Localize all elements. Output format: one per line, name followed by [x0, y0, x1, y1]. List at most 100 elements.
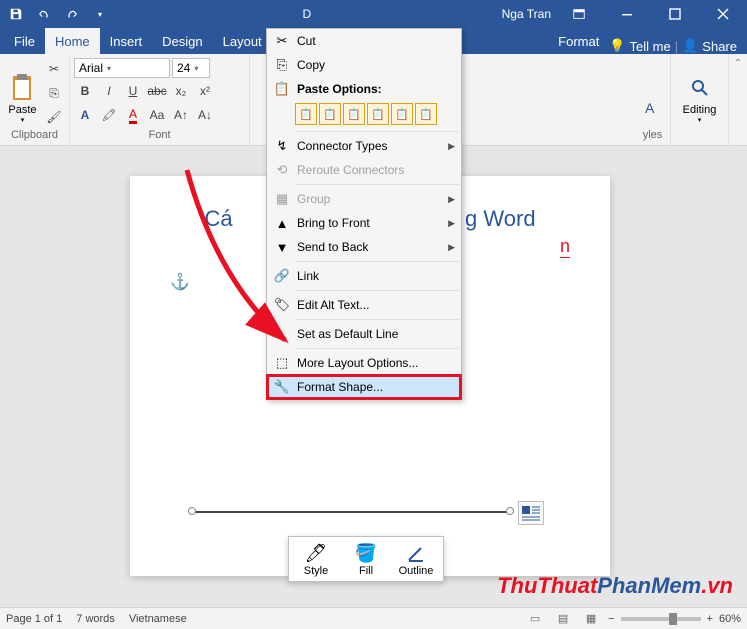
bold-button[interactable]: B: [74, 80, 96, 102]
zoom-value[interactable]: 60%: [719, 613, 741, 625]
user-name: Nga Tran: [502, 7, 551, 21]
watermark: ThuThuatPhanMem.vn: [497, 573, 733, 599]
web-layout-icon[interactable]: ▦: [580, 610, 602, 628]
ctx-more-layout[interactable]: ⬚More Layout Options...: [267, 351, 461, 375]
qat-customize-icon[interactable]: ▾: [88, 3, 112, 25]
ctx-send-back[interactable]: ▼Send to Back▶: [267, 235, 461, 259]
save-icon[interactable]: [4, 3, 28, 25]
print-layout-icon[interactable]: ▤: [552, 610, 574, 628]
maximize-icon[interactable]: [655, 0, 695, 28]
paste-option-6[interactable]: 📋: [415, 103, 437, 125]
resize-handle-left[interactable]: [188, 507, 196, 515]
copy-icon[interactable]: ⎘: [43, 82, 65, 104]
fill-button[interactable]: 🪣 Fill: [341, 539, 391, 579]
clipboard-group-label: Clipboard: [4, 129, 65, 143]
text-effects-button[interactable]: A: [74, 104, 96, 126]
styles-button[interactable]: A: [637, 56, 669, 126]
ctx-connector-types[interactable]: ↯Connector Types▶: [267, 134, 461, 158]
font-name-combo[interactable]: Arial▾: [74, 58, 170, 78]
change-case-button[interactable]: Aa: [146, 104, 168, 126]
clipboard-icon: [7, 72, 39, 104]
font-color-button[interactable]: A: [122, 104, 144, 126]
zoom-slider[interactable]: [621, 617, 701, 621]
tab-home[interactable]: Home: [45, 28, 100, 54]
font-group-label: Font: [74, 129, 245, 143]
minimize-icon[interactable]: [607, 0, 647, 28]
window-title: D: [112, 7, 502, 21]
outline-button[interactable]: Outline: [391, 539, 441, 579]
svg-text:A: A: [645, 100, 655, 116]
shrink-font-button[interactable]: A↓: [194, 104, 216, 126]
find-icon: [684, 72, 716, 104]
tab-design[interactable]: Design: [152, 28, 212, 54]
tab-format[interactable]: Format: [548, 28, 609, 54]
outline-pen-icon: [404, 541, 428, 565]
close-icon[interactable]: [703, 0, 743, 28]
link-icon: 🔗: [271, 267, 293, 285]
lightbulb-icon: 💡: [609, 38, 625, 54]
editing-button[interactable]: Editing ▾: [678, 56, 722, 126]
bring-front-icon: ▲: [271, 214, 293, 232]
paste-option-3[interactable]: 📋: [343, 103, 365, 125]
superscript-button[interactable]: x²: [194, 80, 216, 102]
style-button[interactable]: 🖊 Style: [291, 539, 341, 579]
alt-text-icon: 🏷: [271, 296, 293, 314]
paste-option-2[interactable]: 📋: [319, 103, 341, 125]
read-mode-icon[interactable]: ▭: [524, 610, 546, 628]
paste-option-4[interactable]: 📋: [367, 103, 389, 125]
subscript-button[interactable]: x₂: [170, 80, 192, 102]
style-pen-icon: 🖊: [304, 541, 328, 565]
share-button[interactable]: Share: [702, 39, 737, 54]
font-size-combo[interactable]: 24▾: [172, 58, 210, 78]
zoom-out-button[interactable]: −: [608, 613, 614, 625]
zoom-in-button[interactable]: +: [707, 613, 713, 625]
fill-bucket-icon: 🪣: [354, 541, 378, 565]
status-words[interactable]: 7 words: [76, 613, 115, 625]
tell-me[interactable]: Tell me: [630, 39, 671, 54]
italic-button[interactable]: I: [98, 80, 120, 102]
connector-icon: ↯: [271, 137, 293, 155]
ctx-group: ▦Group▶: [267, 187, 461, 211]
reroute-icon: ⟲: [271, 161, 293, 179]
ctx-bring-front[interactable]: ▲Bring to Front▶: [267, 211, 461, 235]
tab-layout[interactable]: Layout: [213, 28, 272, 54]
paste-button[interactable]: Paste ▾: [4, 56, 41, 126]
highlight-button[interactable]: 🖍: [98, 104, 120, 126]
send-back-icon: ▼: [271, 238, 293, 256]
underline-button[interactable]: U: [122, 80, 144, 102]
layout-options-button[interactable]: [518, 501, 544, 525]
cut-icon[interactable]: ✂: [43, 58, 65, 80]
resize-handle-right[interactable]: [506, 507, 514, 515]
grow-font-button[interactable]: A↑: [170, 104, 192, 126]
tab-insert[interactable]: Insert: [100, 28, 153, 54]
mini-toolbar: 🖊 Style 🪣 Fill Outline: [288, 536, 444, 582]
undo-icon[interactable]: [32, 3, 56, 25]
ribbon-display-options-icon[interactable]: [559, 0, 599, 28]
paste-option-1[interactable]: 📋: [295, 103, 317, 125]
styles-icon: A: [637, 92, 669, 124]
paste-option-5[interactable]: 📋: [391, 103, 413, 125]
status-page[interactable]: Page 1 of 1: [6, 613, 62, 625]
redo-icon[interactable]: [60, 3, 84, 25]
ctx-copy[interactable]: ⎘Copy: [267, 53, 461, 77]
document-subtitle: n: [560, 236, 570, 258]
layout-icon: ⬚: [271, 354, 293, 372]
scissors-icon: ✂: [271, 32, 293, 50]
ctx-format-shape[interactable]: 🔧Format Shape...: [267, 375, 461, 399]
strike-button[interactable]: abc: [146, 80, 168, 102]
collapse-ribbon-icon[interactable]: ⌃: [734, 58, 742, 69]
ctx-edit-alt-text[interactable]: 🏷Edit Alt Text...: [267, 293, 461, 317]
status-language[interactable]: Vietnamese: [129, 613, 187, 625]
group-icon: ▦: [271, 190, 293, 208]
drawn-line-shape[interactable]: [192, 511, 510, 513]
ctx-default-line[interactable]: Set as Default Line: [267, 322, 461, 346]
paste-icon: 📋: [271, 80, 293, 98]
format-painter-icon[interactable]: 🖌: [43, 106, 65, 128]
styles-group-label: yles: [639, 129, 666, 143]
ctx-reroute: ⟲Reroute Connectors: [267, 158, 461, 182]
ctx-paste-options-label: 📋Paste Options:: [267, 77, 461, 101]
ctx-link[interactable]: 🔗Link: [267, 264, 461, 288]
ctx-cut[interactable]: ✂Cut: [267, 29, 461, 53]
tab-file[interactable]: File: [4, 28, 45, 54]
format-shape-icon: 🔧: [271, 378, 293, 396]
